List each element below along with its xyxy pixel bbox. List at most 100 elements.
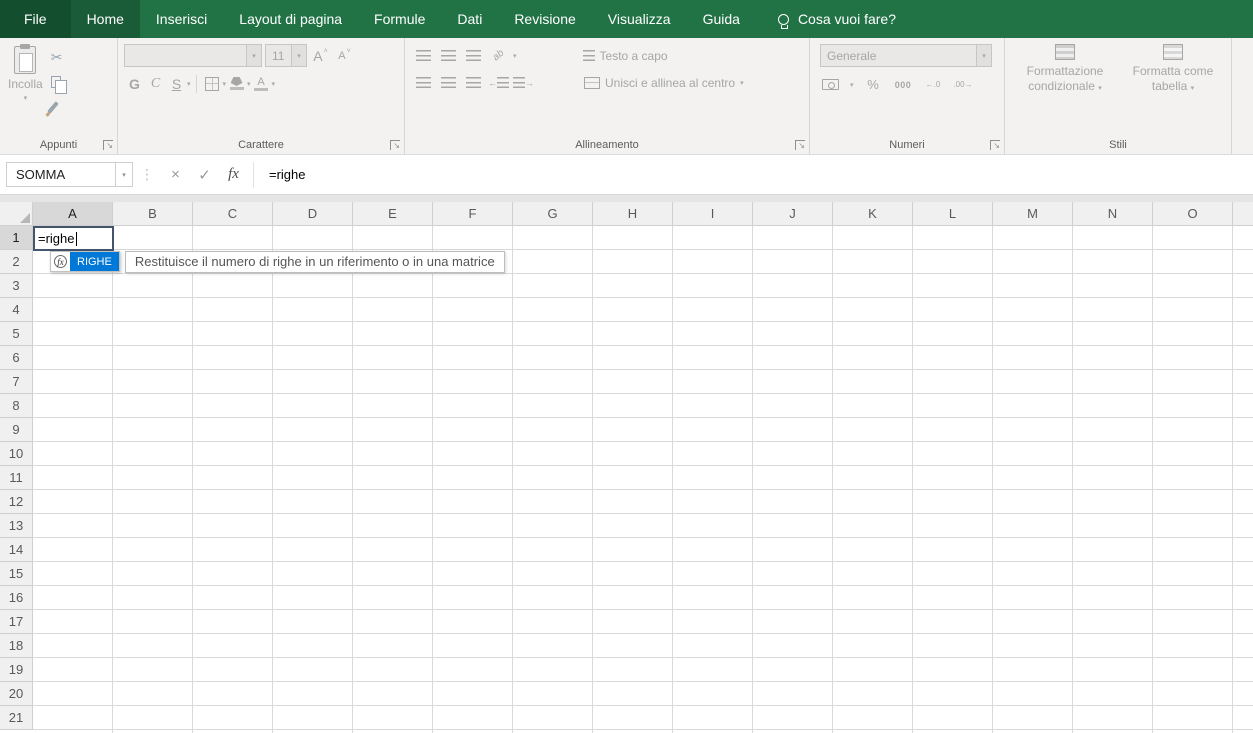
row-header-1[interactable]: 1 [0,226,33,250]
row-header-8[interactable]: 8 [0,394,33,418]
comma-style-button[interactable]: 000 [893,74,914,95]
clipboard-dialog-launcher[interactable]: ↘ [103,140,113,150]
paste-button[interactable]: Incolla ▾ [8,42,43,116]
tab-file[interactable]: File [0,0,71,38]
column-header-K[interactable]: K [833,202,913,226]
column-header-partial[interactable] [1233,202,1253,226]
format-as-table-button[interactable]: Formatta come tabella ▾ [1121,44,1225,96]
align-bottom-button[interactable] [463,45,484,66]
tab-revisione[interactable]: Revisione [498,0,591,38]
name-box[interactable]: SOMMA [6,162,116,187]
row-header-12[interactable]: 12 [0,490,33,514]
row-header-14[interactable]: 14 [0,538,33,562]
active-cell-a1[interactable]: =righe [33,226,114,251]
font-color-dropdown-icon[interactable]: ▾ [272,80,276,88]
row-header-3[interactable]: 3 [0,274,33,298]
row-header-16[interactable]: 16 [0,586,33,610]
underline-button[interactable]: S [166,73,187,94]
font-color-button[interactable]: A [251,73,272,94]
align-left-button[interactable] [413,72,434,93]
increase-decimal-button[interactable]: ←.0 [923,74,944,95]
align-center-button[interactable] [438,72,459,93]
column-header-E[interactable]: E [353,202,433,226]
bold-button[interactable]: G [124,73,145,94]
wrap-text-button[interactable]: Testo a capo [583,49,668,63]
align-middle-button[interactable] [438,45,459,66]
tab-home[interactable]: Home [71,0,140,38]
cut-button[interactable]: ✂ [51,48,68,66]
column-header-D[interactable]: D [273,202,353,226]
row-header-19[interactable]: 19 [0,658,33,682]
column-header-I[interactable]: I [673,202,753,226]
row-header-20[interactable]: 20 [0,682,33,706]
cells-area[interactable]: =righe fx RIGHE Restituisce il numero di… [33,226,1253,733]
column-header-L[interactable]: L [913,202,993,226]
tab-layout-di-pagina[interactable]: Layout di pagina [223,0,358,38]
column-header-B[interactable]: B [113,202,193,226]
row-header-9[interactable]: 9 [0,418,33,442]
copy-button[interactable]: ▾ [51,73,68,91]
font-dialog-launcher[interactable]: ↘ [390,140,400,150]
tab-inserisci[interactable]: Inserisci [140,0,223,38]
cancel-entry-button[interactable]: × [161,162,190,187]
tab-dati[interactable]: Dati [441,0,498,38]
row-header-21[interactable]: 21 [0,706,33,730]
column-header-F[interactable]: F [433,202,513,226]
shrink-font-button[interactable]: A˅ [334,45,355,66]
number-format-combo[interactable]: Generale ▾ [820,44,992,67]
row-header-11[interactable]: 11 [0,466,33,490]
row-header-10[interactable]: 10 [0,442,33,466]
font-size-combo[interactable]: 11 ▾ [265,44,307,67]
font-name-dropdown-icon[interactable]: ▾ [246,45,261,66]
italic-button[interactable]: C [145,73,166,94]
decrease-decimal-button[interactable]: .00→ [953,74,974,95]
tab-visualizza[interactable]: Visualizza [592,0,687,38]
column-header-O[interactable]: O [1153,202,1233,226]
tell-me-box[interactable]: Cosa vuoi fare? [778,0,896,38]
column-header-M[interactable]: M [993,202,1073,226]
format-painter-button[interactable] [51,98,68,116]
tab-formule[interactable]: Formule [358,0,441,38]
row-header-15[interactable]: 15 [0,562,33,586]
row-header-13[interactable]: 13 [0,514,33,538]
row-header-4[interactable]: 4 [0,298,33,322]
formula-bar-drag-handle[interactable]: ⋮ [140,166,154,183]
insert-function-button[interactable]: fx [219,162,248,187]
grow-font-button[interactable]: A˄ [310,45,331,66]
accounting-dropdown-icon[interactable]: ▾ [850,81,854,89]
column-header-A[interactable]: A [33,202,113,226]
percent-style-button[interactable]: % [863,74,884,95]
orientation-button[interactable]: ab [488,45,509,66]
number-dialog-launcher[interactable]: ↘ [990,140,1000,150]
decrease-indent-button[interactable]: ← [488,72,509,93]
font-size-dropdown-icon[interactable]: ▾ [291,45,306,66]
align-top-button[interactable] [413,45,434,66]
fill-color-button[interactable] [226,73,247,94]
orientation-dropdown-icon[interactable]: ▾ [513,52,517,60]
underline-dropdown-icon[interactable]: ▾ [187,80,191,88]
autocomplete-item-righe[interactable]: fx RIGHE [50,251,120,272]
name-box-dropdown-icon[interactable]: ▾ [116,162,133,187]
column-header-H[interactable]: H [593,202,673,226]
confirm-entry-button[interactable]: ✓ [190,162,219,187]
cell-styles-button-partial[interactable]: St cell [1240,44,1253,94]
borders-button[interactable] [202,73,223,94]
row-header-2[interactable]: 2 [0,250,33,274]
row-header-7[interactable]: 7 [0,370,33,394]
row-header-17[interactable]: 17 [0,610,33,634]
align-right-button[interactable] [463,72,484,93]
row-header-18[interactable]: 18 [0,634,33,658]
select-all-corner[interactable] [0,202,33,226]
column-header-N[interactable]: N [1073,202,1153,226]
column-header-G[interactable]: G [513,202,593,226]
column-header-C[interactable]: C [193,202,273,226]
formula-input[interactable]: =righe [269,167,1253,182]
alignment-dialog-launcher[interactable]: ↘ [795,140,805,150]
accounting-format-button[interactable] [820,74,841,95]
column-header-J[interactable]: J [753,202,833,226]
row-header-5[interactable]: 5 [0,322,33,346]
font-name-combo[interactable]: ▾ [124,44,262,67]
conditional-formatting-button[interactable]: Formattazione condizionale ▾ [1013,44,1117,96]
increase-indent-button[interactable]: → [513,72,534,93]
number-format-dropdown-icon[interactable]: ▾ [976,45,991,66]
